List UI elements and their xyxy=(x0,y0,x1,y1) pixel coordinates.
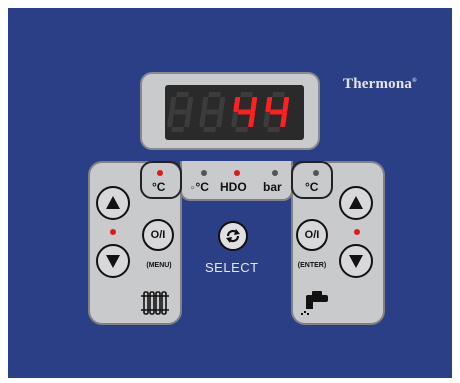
pressure-led xyxy=(272,170,278,176)
enter-label: (ENTER) xyxy=(297,262,327,269)
digit-2-segment-d xyxy=(235,127,248,132)
digit-3-segment-d xyxy=(267,127,280,132)
triangle-down-icon xyxy=(349,255,363,268)
left-temp-label: °C xyxy=(152,180,166,194)
select-label: SELECT xyxy=(205,260,259,275)
digit-2-segment-g xyxy=(237,109,251,115)
outdoor-temp-label: ☼°C xyxy=(190,180,209,194)
hot-water-down-button[interactable] xyxy=(339,244,373,278)
seven-segment-display xyxy=(165,85,304,140)
pressure-label: bar xyxy=(263,180,282,194)
menu-label: (MENU) xyxy=(146,262,172,269)
digit-3-segment-a xyxy=(272,92,285,97)
digit-1-segment-g xyxy=(205,109,219,115)
right-temp-led xyxy=(313,170,319,176)
brand-logo: Thermona® xyxy=(343,76,417,92)
digit-0-segment-b xyxy=(186,97,194,112)
triangle-up-icon xyxy=(349,196,363,209)
right-temp-label: °C xyxy=(305,180,319,194)
faucet-icon xyxy=(301,291,328,315)
radiator-icon xyxy=(141,291,169,315)
digit-0-segment-e xyxy=(167,112,175,127)
digit-1-segment-e xyxy=(199,112,207,127)
hdo-led xyxy=(234,170,240,176)
heating-up-button[interactable] xyxy=(96,186,130,220)
digit-3-segment-b xyxy=(282,97,290,112)
digit-2-segment-a xyxy=(240,92,253,97)
heating-led xyxy=(110,229,116,235)
cycle-arrows-icon xyxy=(226,229,240,243)
digit-3-segment-g xyxy=(269,109,283,115)
outdoor-temp-led xyxy=(201,170,207,176)
digit-0-segment-a xyxy=(176,92,189,97)
digit-3-segment-e xyxy=(263,112,271,127)
hot-water-up-button[interactable] xyxy=(339,186,373,220)
hot-water-power-button[interactable]: O/I xyxy=(296,219,328,251)
select-button[interactable] xyxy=(218,221,248,251)
digit-2-segment-e xyxy=(231,112,239,127)
digit-0-segment-g xyxy=(173,109,187,115)
digit-1-segment-a xyxy=(208,92,221,97)
digit-1-segment-d xyxy=(203,127,216,132)
hdo-label: HDO xyxy=(220,180,247,194)
display-digits xyxy=(167,92,290,132)
hot-water-led xyxy=(354,229,360,235)
heating-down-button[interactable] xyxy=(96,244,130,278)
left-temp-led xyxy=(157,170,163,176)
heating-power-button[interactable]: O/I xyxy=(142,219,174,251)
digit-0-segment-d xyxy=(171,127,184,132)
digit-1-segment-b xyxy=(218,97,226,112)
triangle-down-icon xyxy=(106,255,120,268)
digit-2-segment-b xyxy=(250,97,258,112)
triangle-up-icon xyxy=(106,196,120,209)
